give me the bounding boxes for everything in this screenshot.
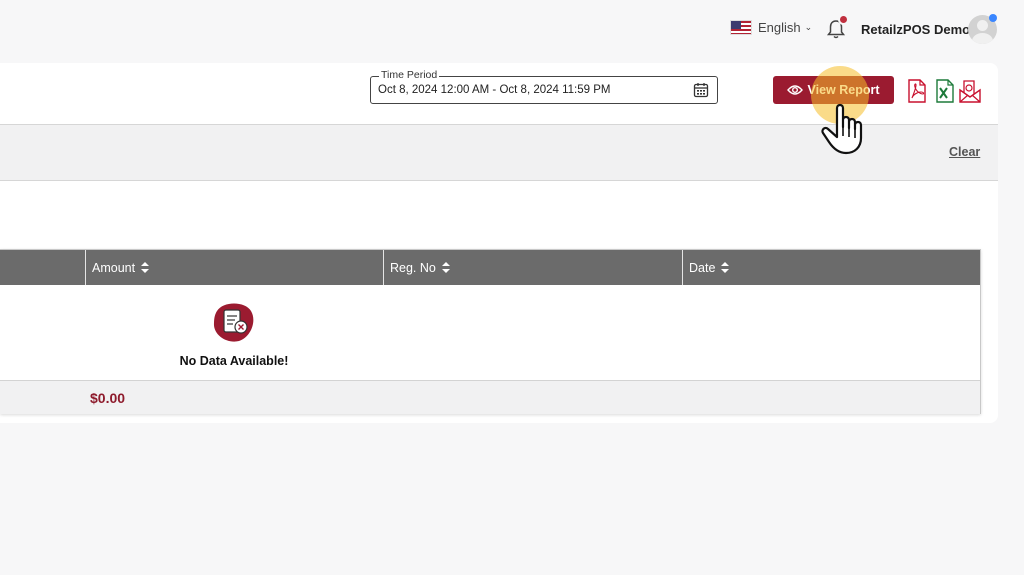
online-status-dot — [989, 14, 997, 22]
excel-export-icon[interactable] — [934, 79, 956, 103]
chevron-down-icon: ⌄ — [804, 22, 813, 32]
report-panel: Time Period Oct 8, 2024 12:00 AM - Oct 8… — [0, 63, 998, 423]
sort-icon — [721, 262, 730, 273]
report-table: Amount Reg. No Date No Data Available! $… — [0, 249, 981, 414]
user-name[interactable]: RetailzPOS Demo — [861, 22, 970, 37]
time-period-field[interactable]: Time Period Oct 8, 2024 12:00 AM - Oct 8… — [370, 69, 718, 104]
table-footer: $0.00 — [0, 380, 980, 414]
column-label: Amount — [92, 260, 136, 275]
empty-message: No Data Available! — [179, 354, 289, 368]
time-period-value: Oct 8, 2024 12:00 AM - Oct 8, 2024 11:59… — [378, 84, 611, 96]
email-report-icon[interactable] — [959, 79, 981, 103]
view-report-label: View Report — [807, 83, 880, 97]
sort-icon — [441, 262, 450, 273]
calendar-icon[interactable] — [693, 82, 709, 98]
column-header-reg-no[interactable]: Reg. No — [383, 250, 682, 285]
no-data-icon — [213, 303, 254, 342]
filter-bar: Clear — [0, 124, 998, 181]
top-header: English ⌄ RetailzPOS Demo — [0, 0, 1024, 60]
view-report-button[interactable]: View Report — [773, 76, 894, 104]
language-selector[interactable]: English ⌄ — [730, 20, 812, 35]
report-filters: Time Period Oct 8, 2024 12:00 AM - Oct 8… — [0, 63, 998, 124]
total-amount: $0.00 — [90, 390, 126, 406]
eye-icon — [787, 85, 804, 95]
notification-badge — [838, 14, 849, 25]
table-header: Amount Reg. No Date — [0, 250, 980, 285]
clear-link[interactable]: Clear — [949, 145, 980, 159]
column-header-date[interactable]: Date — [682, 250, 980, 285]
column-label: Date — [689, 260, 716, 275]
time-period-label: Time Period — [379, 69, 440, 81]
column-label: Reg. No — [390, 260, 436, 275]
column-header-amount[interactable]: Amount — [85, 250, 383, 285]
language-label: English — [758, 20, 801, 35]
sort-icon — [141, 262, 150, 273]
us-flag-icon — [730, 20, 752, 35]
pdf-export-icon[interactable] — [906, 79, 928, 103]
